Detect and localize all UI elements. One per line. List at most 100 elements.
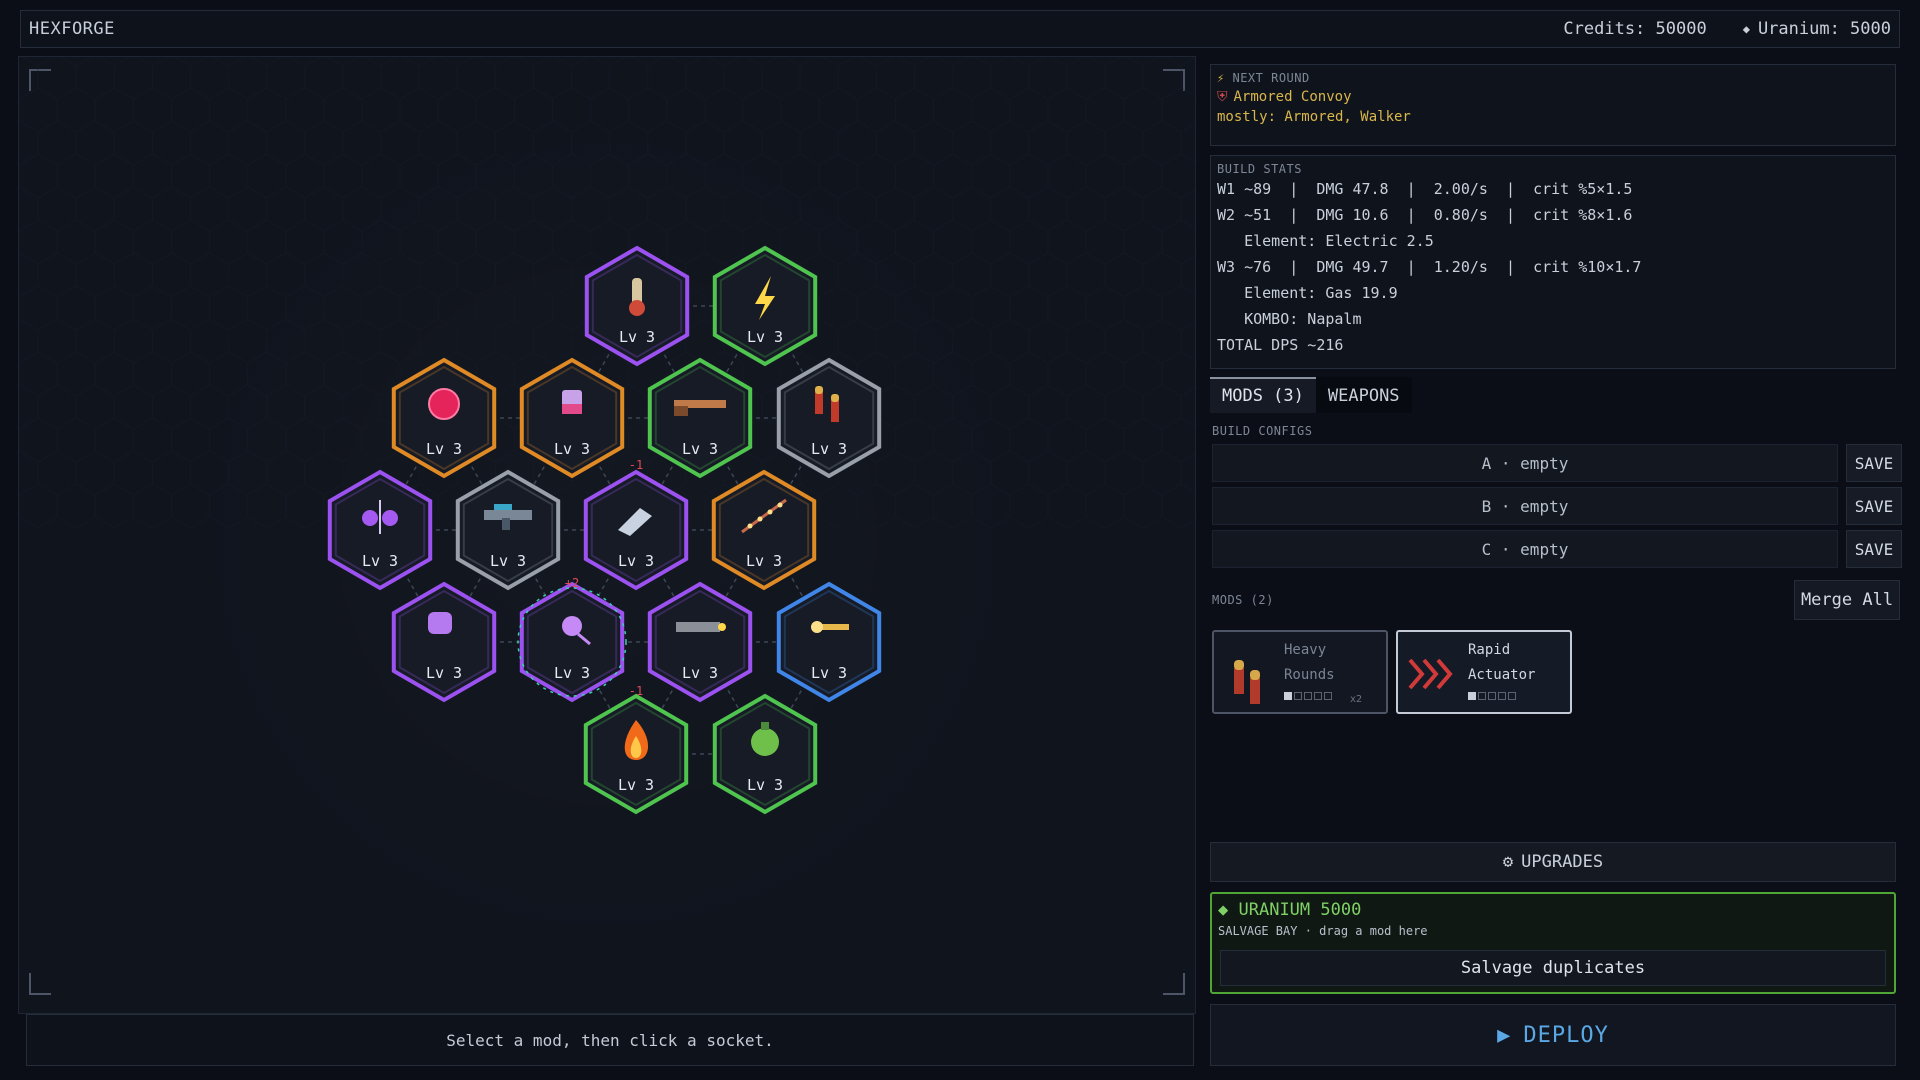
bg-hex <box>1028 384 1068 430</box>
bg-hex <box>113 57 153 100</box>
hex-socket-frame <box>519 581 625 703</box>
bg-hex <box>1066 186 1106 232</box>
config-slot-a[interactable]: A · empty <box>1212 444 1838 482</box>
bg-hex <box>1142 252 1182 298</box>
bg-hex <box>704 87 744 133</box>
hex-socket[interactable]: Lv 3 <box>391 357 497 479</box>
bg-hex <box>37 384 77 430</box>
bg-hex <box>361 153 401 199</box>
bg-hex <box>723 120 763 166</box>
save-config-b-button[interactable]: SAVE <box>1846 487 1902 525</box>
hex-socket[interactable]: Lv 3 <box>583 693 689 815</box>
hex-socket[interactable]: Lv 3 <box>327 469 433 591</box>
save-config-c-button[interactable]: SAVE <box>1846 530 1902 568</box>
stat-line: Element: Electric 2.5 <box>1217 232 1434 250</box>
hex-socket[interactable]: Lv 3 <box>776 581 882 703</box>
bg-hex <box>971 417 1011 463</box>
bg-hex <box>304 57 344 100</box>
bg-hex <box>1085 219 1125 265</box>
upgrades-button[interactable]: ⚙ UPGRADES <box>1210 842 1896 882</box>
bg-hex <box>837 252 877 298</box>
grenade-cap <box>761 722 769 730</box>
mod-card-heavy-rounds[interactable]: Heavy Rounds x2 <box>1212 630 1388 714</box>
bg-hex <box>1085 285 1125 331</box>
deploy-button[interactable]: ▶ DEPLOY <box>1210 1004 1896 1066</box>
hex-grid[interactable]: Lv 3 Lv 3 Lv 3 Lv 3 Lv 3 Lv 3 Lv 3 Lv 3 Lv 3 Lv 3… <box>19 57 1197 1015</box>
bg-hex <box>418 186 458 232</box>
bg-hex <box>94 417 134 463</box>
merge-all-button[interactable]: Merge All <box>1794 580 1900 620</box>
hex-socket[interactable]: Lv 3 <box>711 469 817 591</box>
bg-hex <box>837 120 877 166</box>
bg-hex <box>170 417 210 463</box>
bg-hex <box>1047 219 1087 265</box>
bg-hex <box>1047 153 1087 199</box>
bg-hex <box>285 285 325 331</box>
bg-hex <box>56 153 96 199</box>
hex-socket[interactable]: Lv 3 <box>519 357 625 479</box>
bullet-tip <box>831 394 839 402</box>
socket-level: Lv 3 <box>746 552 782 570</box>
app-title: HEXFORGE <box>29 19 115 39</box>
bg-hex <box>19 483 58 529</box>
bg-hex <box>151 384 191 430</box>
bg-hex <box>132 483 172 529</box>
config-slot-c[interactable]: C · empty <box>1212 530 1838 568</box>
bg-hex <box>228 186 268 232</box>
bg-hex <box>19 351 58 397</box>
bg-hex <box>1028 186 1068 232</box>
bg-hex <box>1066 120 1106 166</box>
bg-hex <box>1123 153 1163 199</box>
hex-socket-frame <box>391 581 497 703</box>
config-slot-b[interactable]: B · empty <box>1212 487 1838 525</box>
salvage-bay[interactable]: ◆ URANIUM 5000 SALVAGE BAY · drag a mod … <box>1210 892 1896 994</box>
bg-hex <box>1066 318 1106 364</box>
bg-hex <box>247 483 287 529</box>
mod-level-pips <box>1468 692 1516 700</box>
bg-hex <box>94 153 134 199</box>
mod-name-line: Heavy <box>1284 642 1327 658</box>
bg-hex <box>552 153 592 199</box>
hex-socket-frame <box>647 581 753 703</box>
bg-hex <box>304 318 344 364</box>
bg-hex <box>1047 483 1087 529</box>
bg-hex <box>266 186 306 232</box>
socket-level: Lv 3 <box>682 440 718 458</box>
hex-board[interactable]: Lv 3 Lv 3 Lv 3 Lv 3 Lv 3 Lv 3 Lv 3 Lv 3 Lv 3 Lv 3… <box>18 56 1197 1015</box>
bg-hex <box>418 252 458 298</box>
bg-hex <box>571 186 611 232</box>
tab-mods[interactable]: MODS (3) <box>1210 377 1316 413</box>
bg-hex <box>399 285 439 331</box>
uranium-readout: ◆ Uranium: 5000 <box>1743 19 1891 39</box>
hex-socket[interactable]: Lv 3 <box>647 581 753 703</box>
purple-blob-icon <box>428 612 452 634</box>
bg-hex <box>837 186 877 232</box>
mod-name-line: Actuator <box>1468 667 1536 683</box>
hex-socket[interactable]: Lv 3 <box>584 245 690 367</box>
total-dps: TOTAL DPS ~216 <box>1217 336 1344 354</box>
hex-socket[interactable]: Lv 3 <box>647 357 753 479</box>
hex-socket[interactable]: Lv 3 <box>519 581 625 703</box>
rifle-grip <box>502 518 510 530</box>
bg-hex <box>875 252 915 298</box>
bg-hex <box>1009 285 1049 331</box>
bg-hex <box>266 252 306 298</box>
bg-hex <box>894 483 934 529</box>
hex-socket[interactable]: Lv 3 <box>391 581 497 703</box>
bg-hex <box>990 318 1030 364</box>
save-config-a-button[interactable]: SAVE <box>1846 444 1902 482</box>
tab-weapons[interactable]: WEAPONS <box>1315 377 1412 413</box>
bg-hex <box>1104 57 1144 100</box>
mod-card-rapid-actuator[interactable]: Rapid Actuator <box>1396 630 1572 714</box>
bg-hex <box>875 384 915 430</box>
bg-hex <box>247 219 287 265</box>
bg-hex <box>914 57 954 100</box>
bullet-tip <box>815 386 823 394</box>
bg-hex <box>1009 153 1049 199</box>
bg-hex <box>170 483 210 529</box>
hex-socket[interactable]: Lv 3 <box>712 693 818 815</box>
bg-hex <box>323 351 363 397</box>
bg-hex <box>952 186 992 232</box>
salvage-duplicates-button[interactable]: Salvage duplicates <box>1220 950 1886 986</box>
orb <box>382 510 398 526</box>
